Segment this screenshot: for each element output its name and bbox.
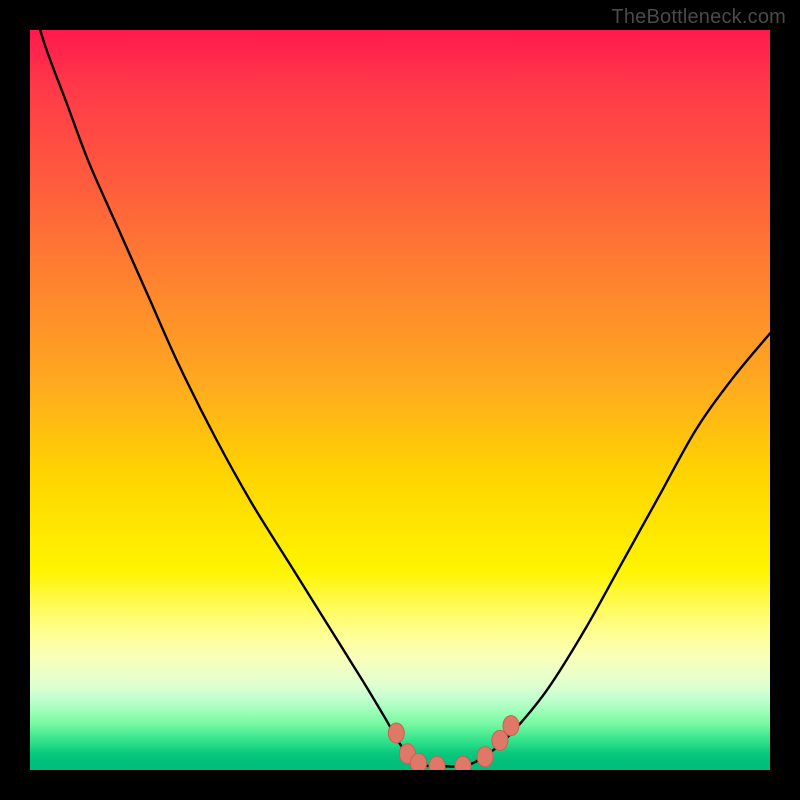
threshold-markers	[388, 716, 519, 770]
threshold-marker	[429, 756, 445, 770]
threshold-marker	[411, 753, 427, 770]
threshold-marker	[477, 747, 493, 767]
chart-overlay	[30, 30, 770, 770]
threshold-marker	[455, 756, 471, 770]
threshold-marker	[388, 723, 404, 743]
chart-frame: TheBottleneck.com	[0, 0, 800, 800]
bottleneck-curve	[30, 30, 770, 767]
watermark-text: TheBottleneck.com	[611, 6, 786, 29]
threshold-marker	[503, 716, 519, 736]
